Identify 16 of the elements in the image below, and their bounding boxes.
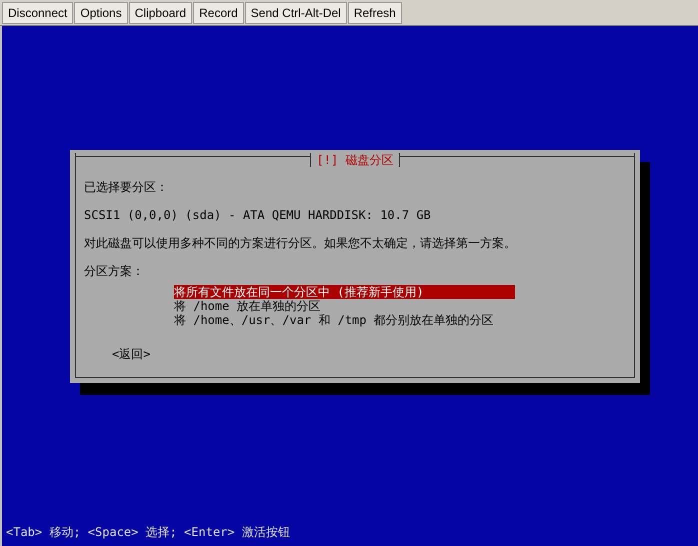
dialog-text: 对此磁盘可以使用多种不同的方案进行分区。如果您不太确定，请选择第一方案。 [84, 235, 517, 251]
toolbar-button[interactable]: Refresh [348, 2, 402, 24]
partition-option[interactable]: 将 /home 放在单独的分区 [174, 299, 515, 313]
dialog-text: 分区方案： [84, 263, 145, 279]
back-button[interactable]: <返回> [112, 346, 150, 362]
toolbar-button[interactable]: Disconnect [2, 2, 74, 24]
toolbar-button[interactable]: Record [193, 2, 244, 24]
partition-option[interactable]: 将 /home、/usr、/var 和 /tmp 都分别放在单独的分区 [174, 313, 515, 327]
toolbar-button[interactable]: Send Ctrl-Alt-Del [244, 2, 347, 24]
help-line: <Tab> 移动; <Space> 选择; <Enter> 激活按钮 [6, 524, 291, 540]
partition-option[interactable]: 将所有文件放在同一个分区中 (推荐新手使用) [174, 285, 515, 299]
toolbar-button[interactable]: Options [74, 2, 128, 24]
dialog-title: [!] 磁盘分区 [310, 153, 400, 167]
dialog-text: SCSI1 (0,0,0) (sda) - ATA QEMU HARDDISK: 10.7 GB [84, 207, 432, 223]
toolbar-button[interactable]: Clipboard [128, 2, 192, 24]
dialog-text: 已选择要分区： [84, 179, 169, 195]
